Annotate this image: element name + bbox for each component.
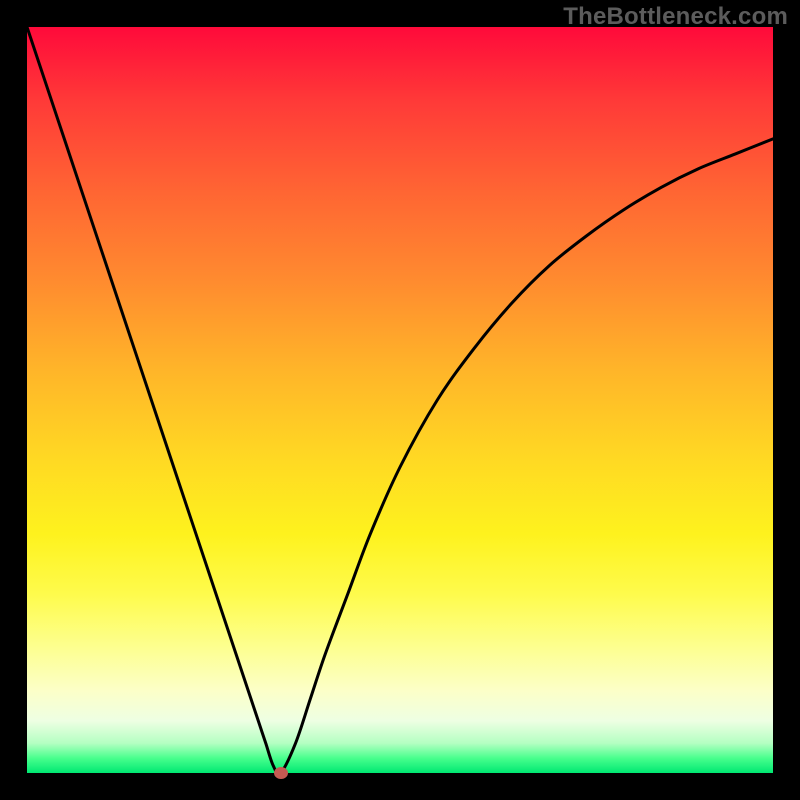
minimum-marker [274,767,288,779]
watermark-text: TheBottleneck.com [563,3,788,31]
curve-svg [27,27,773,773]
chart-frame: TheBottleneck.com [0,0,800,800]
plot-area [27,27,773,773]
bottleneck-curve [27,27,773,773]
